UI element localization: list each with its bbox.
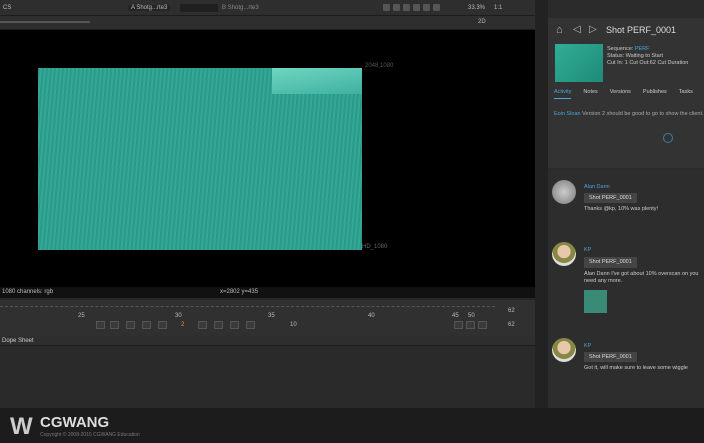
input-b-select[interactable]: B Shotg...rte3 xyxy=(222,5,259,11)
tab-notes[interactable]: Notes xyxy=(583,89,597,95)
next-key-button[interactable] xyxy=(230,321,239,329)
pixel-ratio[interactable]: 1:1 xyxy=(494,5,502,11)
tick-label: 45 xyxy=(452,313,459,319)
wipe-select[interactable] xyxy=(180,4,218,12)
panel-splitter[interactable] xyxy=(535,0,548,408)
first-frame-button[interactable] xyxy=(110,321,119,329)
current-frame[interactable]: 2 xyxy=(181,322,184,328)
shot-badge[interactable]: Shot PERF_0001 xyxy=(584,193,637,203)
shot-thumbnail[interactable] xyxy=(555,44,603,82)
note-author[interactable]: KP xyxy=(584,343,704,349)
fps-field[interactable]: 10 xyxy=(290,322,297,328)
timeline-ruler[interactable] xyxy=(0,306,495,307)
dope-sheet-tab[interactable]: Dope Sheet xyxy=(0,336,535,346)
in-point-button[interactable] xyxy=(454,321,463,329)
home-icon[interactable]: ⌂ xyxy=(556,24,563,36)
note-text: Thanks @kp, 10% was plenty! xyxy=(584,206,659,212)
out-point-button[interactable] xyxy=(466,321,475,329)
tick-label: 40 xyxy=(368,313,375,319)
channels-info: 1080 channels: rgb xyxy=(2,289,54,295)
tick-label: 35 xyxy=(268,313,275,319)
note-item: KP Shot PERF_0001 Alan Dann I've got abo… xyxy=(584,247,704,313)
shot-badge[interactable]: Shot PERF_0001 xyxy=(584,257,637,268)
dope-sheet-panel[interactable] xyxy=(0,346,535,408)
watermark-copyright: Copyright © 2008-2015 CGWANG Education xyxy=(40,432,140,438)
note-author[interactable]: KP xyxy=(584,247,704,254)
tab-versions[interactable]: Versions xyxy=(610,89,631,95)
zoom-level[interactable]: 33.3% xyxy=(468,5,485,11)
note-text: Alan Dann I've got about 10% overscan on… xyxy=(584,271,699,284)
note-attachment-thumbnail[interactable] xyxy=(584,290,607,313)
cut-info: Cut In: 1 Cut Out:62 Cut Duration xyxy=(607,60,689,66)
avatar xyxy=(552,338,576,362)
sequence-link[interactable]: PERF xyxy=(635,46,650,52)
tick-label: 30 xyxy=(175,313,182,319)
note-item: KP Shot PERF_0001 Got it, will make sure… xyxy=(584,343,704,371)
viewer-toolbar-2: 2D xyxy=(0,16,535,30)
tick-label: 25 xyxy=(78,313,85,319)
prev-frame-button[interactable] xyxy=(142,321,151,329)
activity-author[interactable]: Eoin Sloan xyxy=(554,111,581,117)
tab-tasks[interactable]: Tasks xyxy=(679,89,693,95)
play-button[interactable] xyxy=(198,321,207,329)
format-top-label: 2048,1080 xyxy=(365,63,394,69)
panel-tabs: Activity Notes Versions Publishes Tasks xyxy=(554,89,704,99)
sky-region xyxy=(272,68,362,94)
panel-title: Shot PERF_0001 xyxy=(606,25,677,35)
loading-spinner-icon xyxy=(663,133,673,143)
watermark-brand: CGWANG xyxy=(40,414,110,431)
activity-text: Version 2 should be good to go to show t… xyxy=(582,111,704,117)
watermark-bar: W CGWANG Copyright © 2008-2015 CGWANG Ed… xyxy=(0,408,704,443)
cursor-coords: x=2802 y=435 xyxy=(220,289,259,295)
last-frame-button[interactable] xyxy=(246,321,255,329)
cgwang-logo-icon: W xyxy=(10,413,33,440)
layer-select[interactable]: CS xyxy=(3,5,11,11)
timeline[interactable]: 25 30 35 40 45 50 62 xyxy=(0,300,535,336)
note-text: Got it, will make sure to leave some wig… xyxy=(584,365,688,371)
next-frame-button[interactable] xyxy=(214,321,223,329)
prev-key-button[interactable] xyxy=(126,321,135,329)
input-a-select[interactable]: A Shotg...rte3 xyxy=(128,5,171,11)
avatar xyxy=(552,180,576,204)
tab-publishes[interactable]: Publishes xyxy=(643,89,667,95)
sequence-label: Sequence: xyxy=(607,46,634,52)
forward-icon[interactable]: ▷ xyxy=(589,24,597,35)
gain-slider[interactable] xyxy=(0,21,90,23)
format-bottom-label: HD_1080 xyxy=(362,244,388,250)
avatar xyxy=(552,242,576,266)
play-backward-button[interactable] xyxy=(96,321,105,329)
dope-sheet-title: Dope Sheet xyxy=(2,338,34,344)
viewer-canvas[interactable]: 2048,1080 HD_1080 xyxy=(0,30,535,287)
lock-button[interactable] xyxy=(478,321,487,329)
frame-field[interactable]: 2D xyxy=(478,19,486,25)
note-item: Alan Dann Shot PERF_0001 Thanks @kp, 10%… xyxy=(584,184,704,212)
tab-activity[interactable]: Activity xyxy=(554,89,572,99)
play-reverse-button[interactable] xyxy=(158,321,167,329)
note-author[interactable]: Alan Dann xyxy=(584,184,704,190)
viewer-image xyxy=(38,68,362,250)
viewer-tool-icons[interactable] xyxy=(383,4,443,13)
frame-out[interactable]: 62 xyxy=(508,322,515,328)
viewer-toolbar: CS A Shotg...rte3 B Shotg...rte3 33.3% 1… xyxy=(0,0,535,16)
tick-label: 50 xyxy=(468,313,475,319)
viewer-info-bar: 1080 channels: rgb x=2802 y=435 xyxy=(0,287,535,298)
shot-details: Sequence: PERF Status: Waiting to Start … xyxy=(607,46,688,67)
end-frame[interactable]: 62 xyxy=(508,308,515,314)
back-icon[interactable]: ◁ xyxy=(573,24,581,35)
activity-item: Eoin Sloan Version 2 should be good to g… xyxy=(554,111,704,118)
shot-badge[interactable]: Shot PERF_0001 xyxy=(584,352,637,362)
status-text: Status: Waiting to Start xyxy=(607,53,664,59)
